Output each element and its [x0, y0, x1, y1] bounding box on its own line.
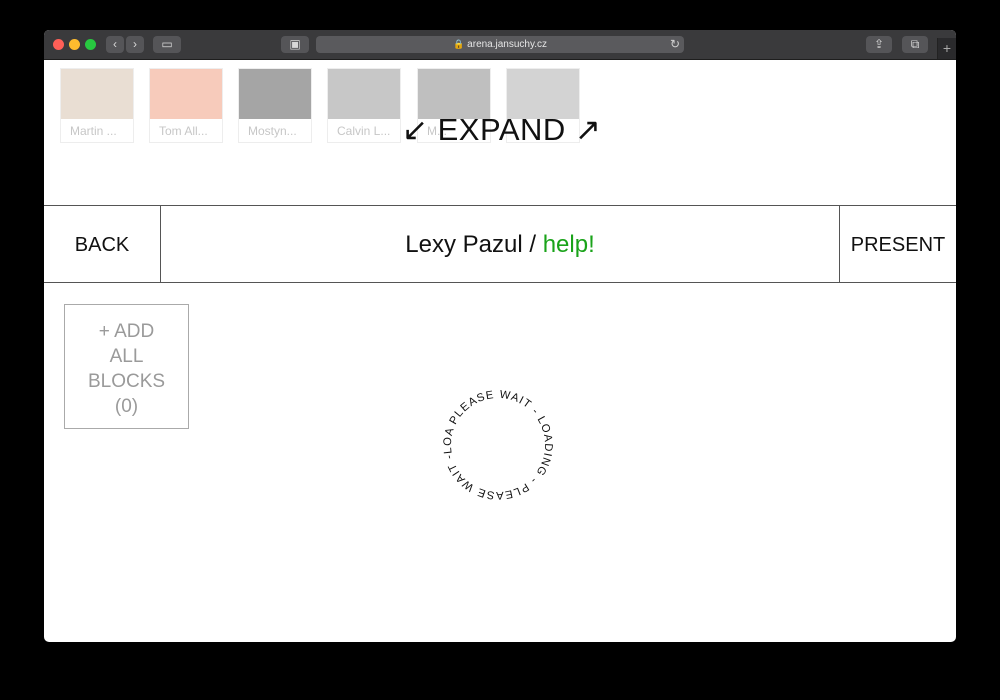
thumbnail-label: Calvin L... [337, 124, 391, 138]
add-all-count: (0) [114, 396, 139, 417]
thumbnail-image [328, 69, 400, 119]
lock-icon: 🔒 [452, 39, 465, 49]
thumbnail-label: Tom All... [159, 124, 208, 138]
channel-name[interactable]: help! [543, 231, 595, 258]
title-separator: / [522, 231, 543, 258]
thumbnail-label: Martin ... [70, 124, 117, 138]
share-icon: ⇪ [873, 37, 885, 51]
address-bar[interactable]: 🔒 arena.jansuchy.cz ↻ [316, 36, 684, 53]
zoom-window-button[interactable] [85, 39, 96, 50]
page-title: Lexy Pazul / help! [161, 206, 839, 282]
expand-button[interactable]: ↙ EXPAND ↗ [402, 112, 601, 148]
share-button[interactable]: ⇪ [866, 36, 892, 53]
reader-icon: ▣ [289, 37, 301, 51]
back-nav-button[interactable]: ‹ [106, 36, 124, 53]
add-all-line: BLOCKS [87, 371, 166, 392]
plus-icon: + [942, 40, 952, 56]
loading-text: PLEASE WAIT - LOADING - PLEASE WAIT -LOA… [438, 385, 558, 505]
add-all-blocks-button[interactable]: + ADD ALL BLOCKS (0) [64, 304, 189, 429]
add-all-line: ALL [109, 346, 144, 367]
present-button[interactable]: PRESENT [839, 206, 956, 282]
tabs-overview-button[interactable]: ⧉ [902, 36, 928, 53]
minimize-window-button[interactable] [69, 39, 80, 50]
new-tab-button[interactable]: + [937, 38, 956, 59]
arrow-down-left-icon: ↙ [402, 112, 429, 147]
channel-header-bar: BACK Lexy Pazul / help! PRESENT [44, 205, 956, 283]
close-window-button[interactable] [53, 39, 64, 50]
arrow-up-right-icon: ↗ [574, 112, 602, 147]
expand-label: EXPAND [437, 112, 566, 147]
loading-spinner: PLEASE WAIT - LOADING - PLEASE WAIT -LOA… [438, 385, 558, 505]
thumbnail-item[interactable]: Martin ... [60, 68, 134, 143]
add-all-line: + ADD [98, 321, 155, 342]
chevron-right-icon: › [133, 37, 137, 51]
thumbnail-item[interactable]: Mostyn... [238, 68, 312, 143]
reload-icon[interactable]: ↻ [670, 36, 680, 53]
thumbnail-image [61, 69, 133, 119]
thumbnail-image [239, 69, 311, 119]
reader-button[interactable]: ▣ [281, 36, 309, 53]
browser-window: ‹ › ▭ ▣ 🔒 arena.jansuchy.cz ↻ ⇪ ⧉ + Marti… [44, 30, 956, 642]
thumbnail-item[interactable]: Calvin L... [327, 68, 401, 143]
sidebar-icon: ▭ [161, 37, 173, 51]
chevron-left-icon: ‹ [113, 37, 117, 51]
address-url: arena.jansuchy.cz [467, 39, 548, 50]
thumbnail-image [150, 69, 222, 119]
thumbnail-label: Mostyn... [248, 124, 297, 138]
loading-text-path: PLEASE WAIT - LOADING - PLEASE WAIT -LOA… [438, 385, 558, 505]
forward-nav-button[interactable]: › [126, 36, 144, 53]
user-name[interactable]: Lexy Pazul [405, 231, 522, 258]
thumbnail-item[interactable]: Tom All... [149, 68, 223, 143]
back-button[interactable]: BACK [44, 206, 161, 282]
sidebar-toggle-button[interactable]: ▭ [153, 36, 181, 53]
browser-titlebar: ‹ › ▭ ▣ 🔒 arena.jansuchy.cz ↻ ⇪ ⧉ + [44, 30, 956, 60]
tabs-icon: ⧉ [910, 37, 920, 51]
